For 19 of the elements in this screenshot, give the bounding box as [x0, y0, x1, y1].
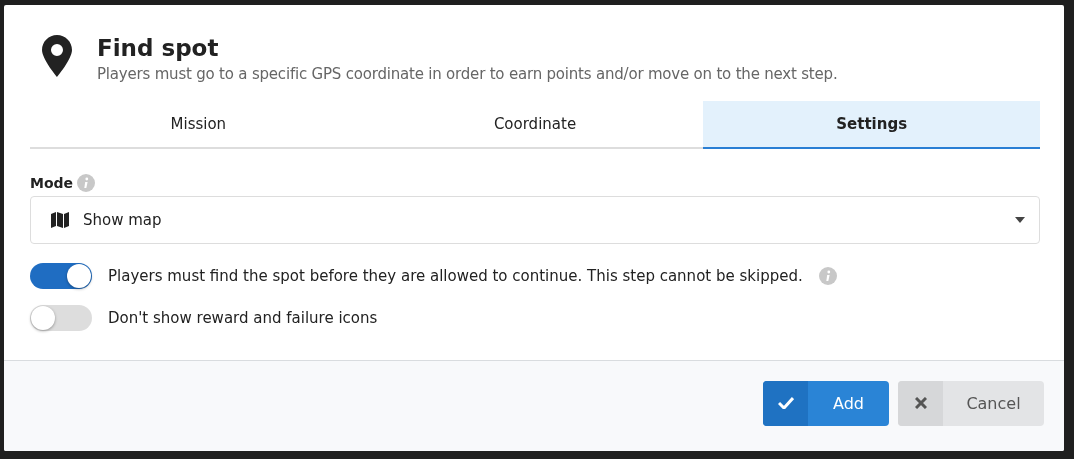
tab[interactable]: Mission: [30, 101, 367, 149]
check-icon: [777, 397, 794, 409]
field-label: Mode: [30, 175, 74, 191]
toggle-label: Don't show reward and failure icons: [108, 309, 378, 327]
mode-dropdown[interactable]: Show map: [30, 196, 1040, 244]
caret-icon: [1015, 217, 1025, 223]
toggle-switch[interactable]: [30, 305, 92, 331]
map-pin-icon: [42, 35, 72, 77]
info-icon: [77, 174, 96, 192]
close-icon: [914, 397, 927, 409]
toggle-switch[interactable]: [30, 263, 92, 289]
tab[interactable]: Settings: [703, 101, 1040, 149]
cancel-button[interactable]: Cancel: [898, 380, 1044, 426]
dialog-title: Find spot: [97, 35, 220, 61]
dialog-description: Players must go to a specific GPS coordinate in order to earn points and/or move on to the next step.: [97, 65, 838, 83]
add-button[interactable]: Add: [763, 380, 889, 426]
tab[interactable]: Coordinate: [366, 101, 704, 149]
toggle-label: Players must find the spot before they are allowed to continue. This step cannot be skipped.: [108, 267, 803, 285]
map-icon: [51, 212, 69, 228]
